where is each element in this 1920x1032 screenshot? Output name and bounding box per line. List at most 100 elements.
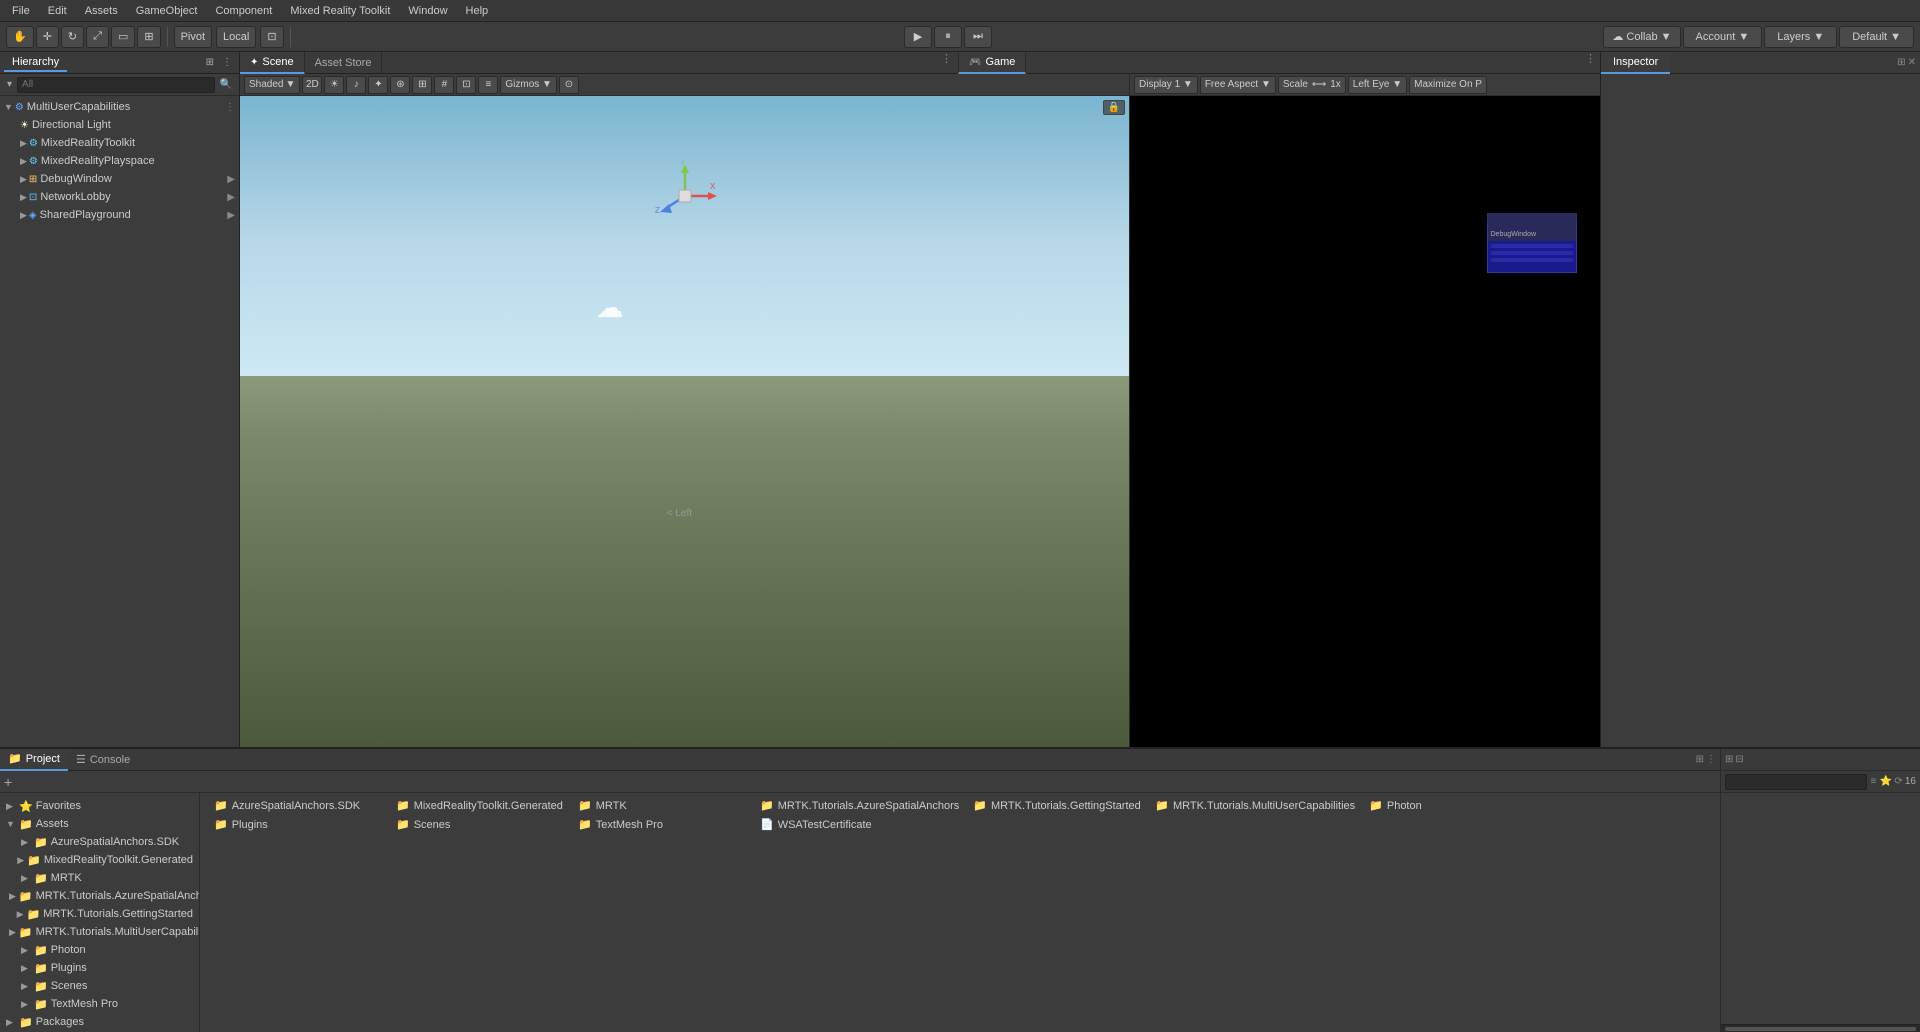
tree-textmesh[interactable]: ▶ 📁 TextMesh Pro [0, 995, 199, 1013]
lower-search-input[interactable] [1725, 774, 1867, 790]
grid-btn[interactable]: # [434, 76, 454, 94]
asset-photon[interactable]: 📁 Photon [1363, 797, 1543, 814]
play-button[interactable]: ▶ [904, 26, 932, 48]
rotate-tool-btn[interactable]: ↻ [61, 26, 84, 48]
hier-item-sharedplayground[interactable]: ▶ ◈ SharedPlayground ▶ [0, 206, 239, 224]
asset-mrtk[interactable]: 📁 MRTK [572, 797, 752, 814]
asset-mrtk-getting[interactable]: 📁 MRTK.Tutorials.GettingStarted [967, 797, 1147, 814]
lighting-btn[interactable]: ☀ [324, 76, 344, 94]
hierarchy-search-input[interactable] [17, 77, 215, 93]
snap-btn2[interactable]: ⊡ [456, 76, 476, 94]
project-expand-icon[interactable]: ⊞ [1696, 754, 1704, 765]
tree-mrtk-azure[interactable]: ▶ 📁 MRTK.Tutorials.AzureSpatialAnchors [0, 887, 199, 905]
console-tab[interactable]: ☰ Console [68, 749, 138, 771]
tree-mrtk-gen[interactable]: ▶ 📁 MixedRealityToolkit.Generated [0, 851, 199, 869]
menu-component[interactable]: Component [207, 3, 280, 19]
scene-extra-btn[interactable]: ⊙ [559, 76, 579, 94]
hierarchy-expand-icon[interactable]: ⊞ [203, 57, 217, 68]
hier-item-debugwindow[interactable]: ▶ ⊞ DebugWindow ▶ [0, 170, 239, 188]
effects-btn[interactable]: ✦ [368, 76, 388, 94]
tree-assets-root[interactable]: ▼ 📁 Assets [0, 815, 199, 833]
refresh-btn[interactable]: ⟳ [1894, 774, 1903, 790]
hier-scene-more[interactable]: ⋮ [225, 102, 235, 113]
scene-fx-btn[interactable]: ⊛ [390, 76, 410, 94]
menu-assets[interactable]: Assets [77, 3, 126, 19]
asset-scenes[interactable]: 📁 Scenes [390, 816, 570, 833]
scene-lock-btn[interactable]: 🔒 [1103, 100, 1125, 115]
pause-button[interactable]: ⏸ [934, 26, 962, 48]
asset-mrtk-multi[interactable]: 📁 MRTK.Tutorials.MultiUserCapabilities [1149, 797, 1361, 814]
lower-expand-icon2[interactable]: ⊟ [1735, 754, 1743, 765]
hierarchy-tab[interactable]: Hierarchy [4, 54, 67, 72]
lower-expand-icon[interactable]: ⊞ [1725, 754, 1733, 765]
asset-wsa-cert[interactable]: 📄 WSATestCertificate [754, 816, 934, 833]
menu-edit[interactable]: Edit [40, 3, 75, 19]
menu-help[interactable]: Help [458, 3, 497, 19]
collab-button[interactable]: ☁ Collab ▼ [1603, 26, 1680, 48]
hier-item-directional-light[interactable]: ☀ Directional Light [0, 116, 239, 134]
hier-scene-root[interactable]: ▼ ⚙ MultiUserCapabilities ⋮ [0, 98, 239, 116]
inspector-close-icon[interactable]: ✕ [1908, 57, 1916, 68]
hierarchy-menu-icon[interactable]: ⋮ [219, 57, 235, 68]
maximize-btn[interactable]: Maximize On P [1409, 76, 1487, 94]
tree-mrtk[interactable]: ▶ 📁 MRTK [0, 869, 199, 887]
inspector-tab[interactable]: Inspector [1601, 52, 1670, 74]
scroll-thumb[interactable] [1725, 1027, 1916, 1031]
2d-toggle[interactable]: 2D [302, 76, 322, 94]
hier-playground-more[interactable]: ▶ [227, 210, 235, 221]
hier-debug-more[interactable]: ▶ [227, 174, 235, 185]
overlay-btn[interactable]: ⊞ [412, 76, 432, 94]
scene-tab-more[interactable]: ⋮ [937, 52, 956, 73]
layer-btn[interactable]: ≡ [478, 76, 498, 94]
account-button[interactable]: Account ▼ [1683, 26, 1763, 48]
asset-mrtk-gen[interactable]: 📁 MixedRealityToolkit.Generated [390, 797, 570, 814]
tree-packages[interactable]: ▶ 📁 Packages [0, 1013, 199, 1031]
aspect-select[interactable]: Free Aspect ▼ [1200, 76, 1276, 94]
default-layout-button[interactable]: Default ▼ [1839, 26, 1914, 48]
menu-window[interactable]: Window [400, 3, 455, 19]
layers-button[interactable]: Layers ▼ [1764, 26, 1837, 48]
game-tab-more[interactable]: ⋮ [1581, 52, 1600, 73]
move-tool-btn[interactable]: ✛ [36, 26, 59, 48]
tree-favorites[interactable]: ▶ ⭐ Favorites [0, 797, 199, 815]
project-tab[interactable]: 📁 Project [0, 749, 68, 771]
project-add-btn[interactable]: + [4, 774, 12, 790]
local-btn[interactable]: Local [216, 26, 256, 48]
pivot-btn[interactable]: Pivot [174, 26, 212, 48]
tree-mrtk-getting[interactable]: ▶ 📁 MRTK.Tutorials.GettingStarted [0, 905, 199, 923]
asset-store-tab[interactable]: Asset Store [305, 52, 383, 74]
star-filter-btn[interactable]: ⭐ [1880, 774, 1892, 790]
audio-btn[interactable]: ♪ [346, 76, 366, 94]
scale-tool-btn[interactable]: ⤢ [86, 26, 109, 48]
menu-file[interactable]: File [4, 3, 38, 19]
tree-plugins[interactable]: ▶ 📁 Plugins [0, 959, 199, 977]
hier-item-mrtk[interactable]: ▶ ⚙ MixedRealityToolkit [0, 134, 239, 152]
gizmos-select[interactable]: Gizmos ▼ [500, 76, 557, 94]
asset-plugins[interactable]: 📁 Plugins [208, 816, 388, 833]
tree-azure-sdk[interactable]: ▶ 📁 AzureSpatialAnchors.SDK [0, 833, 199, 851]
tree-mrtk-multi[interactable]: ▶ 📁 MRTK.Tutorials.MultiUserCapabilities [0, 923, 199, 941]
hierarchy-add-btn[interactable]: ▾ [4, 79, 15, 90]
scene-canvas[interactable]: ☁ [240, 96, 1129, 747]
tree-scenes[interactable]: ▶ 📁 Scenes [0, 977, 199, 995]
display-select[interactable]: Display 1 ▼ [1134, 76, 1198, 94]
menu-gameobject[interactable]: GameObject [128, 3, 206, 19]
game-tab[interactable]: 🎮 Game [958, 52, 1026, 74]
asset-azure-sdk[interactable]: 📁 AzureSpatialAnchors.SDK [208, 797, 388, 814]
transform-tool-btn[interactable]: ⊞ [137, 26, 160, 48]
menu-mrtk[interactable]: Mixed Reality Toolkit [282, 3, 398, 19]
lower-scroll-bar[interactable] [1721, 1024, 1920, 1032]
snap-btn[interactable]: ⊡ [260, 26, 283, 48]
asset-textmesh[interactable]: 📁 TextMesh Pro [572, 816, 752, 833]
project-menu-icon[interactable]: ⋮ [1706, 754, 1716, 765]
inspector-expand-icon[interactable]: ⊞ [1897, 57, 1905, 68]
hier-item-mrplayspace[interactable]: ▶ ⚙ MixedRealityPlayspace [0, 152, 239, 170]
scale-control[interactable]: Scale ⟷ 1x [1278, 76, 1346, 94]
shading-mode-select[interactable]: Shaded ▼ [244, 76, 300, 94]
hier-network-more[interactable]: ▶ [227, 192, 235, 203]
filter-btn[interactable]: ≡ [1869, 774, 1878, 790]
hand-tool-btn[interactable]: ✋ [6, 26, 34, 48]
asset-mrtk-azure[interactable]: 📁 MRTK.Tutorials.AzureSpatialAnchors [754, 797, 965, 814]
hier-item-networklobby[interactable]: ▶ ⊡ NetworkLobby ▶ [0, 188, 239, 206]
rect-tool-btn[interactable]: ▭ [111, 26, 135, 48]
